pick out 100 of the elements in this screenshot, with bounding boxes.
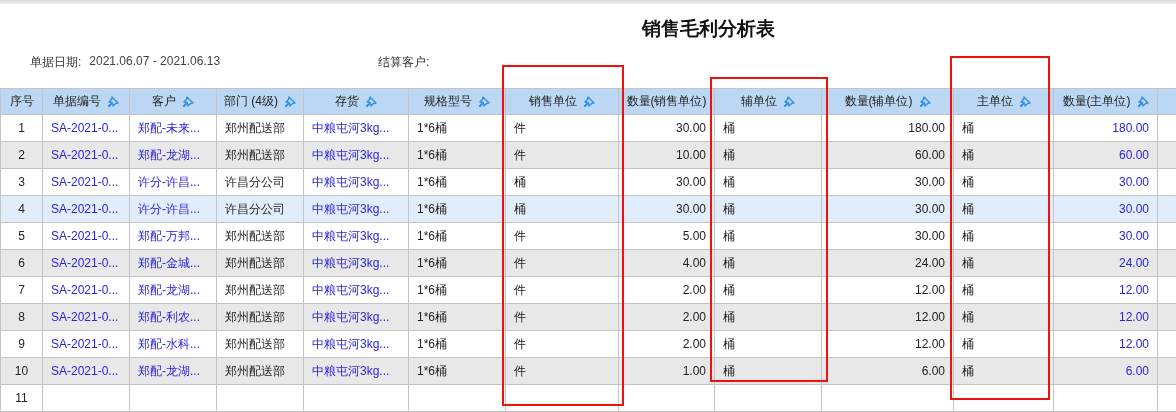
table-cell: 件	[505, 141, 619, 169]
pin-icon[interactable]	[107, 95, 119, 108]
link-cell[interactable]: 许分-许昌...	[129, 168, 217, 196]
link-cell[interactable]: 中粮屯河3kg...	[303, 276, 409, 304]
table-row[interactable]: 5 SA-2021-0... 郑配-万邦... 郑州配送部 中粮屯河3kg... 1*6桶 件 5.00 桶 30.00 桶 30.00	[0, 222, 1176, 250]
table-cell: 桶	[505, 168, 619, 196]
link-cell[interactable]: 30.00	[1053, 195, 1158, 223]
column-header[interactable]: 单据编号	[42, 88, 130, 115]
table-cell: 5.00	[618, 222, 715, 250]
link-cell[interactable]: SA-2021-0...	[42, 195, 130, 223]
column-header[interactable]: 序号	[0, 88, 43, 115]
link-cell[interactable]: 中粮屯河3kg...	[303, 141, 409, 169]
table-cell: 1*6桶	[408, 276, 506, 304]
pin-icon[interactable]	[478, 95, 490, 108]
link-cell[interactable]: 180.00	[1053, 114, 1158, 142]
pin-icon[interactable]	[365, 95, 377, 108]
link-cell[interactable]: 许分-许昌...	[129, 195, 217, 223]
link-cell[interactable]: 郑配-利农...	[129, 303, 217, 331]
column-header[interactable]: 主单位	[953, 88, 1054, 115]
pin-icon[interactable]	[1136, 95, 1149, 108]
table-cell: 件	[505, 114, 619, 142]
link-cell[interactable]: 30.00	[1053, 222, 1158, 250]
link-cell[interactable]: SA-2021-0...	[42, 330, 130, 358]
pin-icon[interactable]	[1018, 95, 1031, 108]
filter-value: 2021.06.07 - 2021.06.13	[89, 54, 221, 70]
link-cell[interactable]: 中粮屯河3kg...	[303, 330, 409, 358]
link-cell[interactable]: 中粮屯河3kg...	[303, 168, 409, 196]
link-cell[interactable]: 中粮屯河3kg...	[303, 222, 409, 250]
table-row[interactable]: 8 SA-2021-0... 郑配-利农... 郑州配送部 中粮屯河3kg... 1*6桶 件 2.00 桶 12.00 桶 12.00	[0, 303, 1176, 331]
link-cell[interactable]: 郑配-万邦...	[129, 222, 217, 250]
pin-icon[interactable]	[284, 95, 296, 108]
report-title: 销售毛利分析表	[640, 17, 776, 41]
table-cell: 桶	[953, 195, 1054, 223]
table-cell: 30.00	[821, 222, 954, 250]
table-row[interactable]: 4 SA-2021-0... 许分-许昌... 许昌分公司 中粮屯河3kg... 1*6桶 桶 30.00 桶 30.00 桶 30.00	[0, 195, 1176, 223]
link-cell[interactable]: 郑配-龙湖...	[129, 357, 217, 385]
link-cell[interactable]: 郑配-龙湖...	[129, 276, 217, 304]
table-cell: 30.00	[821, 195, 954, 223]
link-cell[interactable]: 60.00	[1053, 141, 1158, 169]
table-row[interactable]: 7 SA-2021-0... 郑配-龙湖... 郑州配送部 中粮屯河3kg... 1*6桶 件 2.00 桶 12.00 桶 12.00	[0, 276, 1176, 304]
column-header[interactable]: 存货	[303, 88, 409, 115]
pin-icon[interactable]	[182, 95, 194, 108]
pin-icon[interactable]	[783, 95, 795, 108]
column-header[interactable]: 销售单位	[505, 88, 619, 115]
column-header[interactable]: 规格型号	[408, 88, 506, 115]
table-cell: 2	[0, 141, 43, 169]
table-cell: 1	[0, 114, 43, 142]
link-cell[interactable]: 中粮屯河3kg...	[303, 195, 409, 223]
table-row[interactable]: 2 SA-2021-0... 郑配-龙湖... 郑州配送部 中粮屯河3kg... 1*6桶 件 10.00 桶 60.00 桶 60.00	[0, 141, 1176, 169]
table-row[interactable]: 10 SA-2021-0... 郑配-龙湖... 郑州配送部 中粮屯河3kg... 1*6桶 件 1.00 桶 6.00 桶 6.00	[0, 357, 1176, 385]
link-cell[interactable]: SA-2021-0...	[42, 276, 130, 304]
table-cell: 件	[505, 222, 619, 250]
link-cell[interactable]: 郑配-龙湖...	[129, 141, 217, 169]
link-cell[interactable]: SA-2021-0...	[42, 303, 130, 331]
table-row[interactable]: 9 SA-2021-0... 郑配-水科... 郑州配送部 中粮屯河3kg... 1*6桶 件 2.00 桶 12.00 桶 12.00	[0, 330, 1176, 358]
link-cell[interactable]: SA-2021-0...	[42, 357, 130, 385]
link-cell[interactable]: 郑配-水科...	[129, 330, 217, 358]
link-cell[interactable]: SA-2021-0...	[42, 249, 130, 277]
table-cell: 桶	[953, 222, 1054, 250]
table-cell: 郑州配送部	[216, 330, 304, 358]
table-row[interactable]: 6 SA-2021-0... 郑配-金城... 郑州配送部 中粮屯河3kg... 1*6桶 件 4.00 桶 24.00 桶 24.00	[0, 249, 1176, 277]
table-cell: 桶	[714, 141, 822, 169]
column-header[interactable]: 数量(辅单位)	[821, 88, 954, 115]
table-cell: 桶	[953, 330, 1054, 358]
pin-icon[interactable]	[918, 95, 931, 108]
link-cell[interactable]: 中粮屯河3kg...	[303, 357, 409, 385]
link-cell[interactable]: 12.00	[1053, 330, 1158, 358]
table-cell: 1*6桶	[408, 303, 506, 331]
table-cell: 10.00	[618, 141, 715, 169]
link-cell[interactable]: 12.00	[1053, 303, 1158, 331]
table-cell: 桶	[953, 357, 1054, 385]
link-cell[interactable]: 12.00	[1053, 276, 1158, 304]
link-cell[interactable]: 30.00	[1053, 168, 1158, 196]
link-cell[interactable]: 中粮屯河3kg...	[303, 303, 409, 331]
column-header[interactable]: 部门 (4级)	[216, 88, 304, 115]
table-cell: 1*6桶	[408, 249, 506, 277]
table-row[interactable]: 3 SA-2021-0... 许分-许昌... 许昌分公司 中粮屯河3kg... 1*6桶 桶 30.00 桶 30.00 桶 30.00	[0, 168, 1176, 196]
table-row[interactable]: 1 SA-2021-0... 郑配-未来... 郑州配送部 中粮屯河3kg... 1*6桶 件 30.00 桶 180.00 桶 180.00	[0, 114, 1176, 142]
column-header[interactable]: 辅单位	[714, 88, 822, 115]
table-cell: 1*6桶	[408, 357, 506, 385]
link-cell[interactable]: SA-2021-0...	[42, 222, 130, 250]
link-cell[interactable]: 6.00	[1053, 357, 1158, 385]
link-cell[interactable]: 中粮屯河3kg...	[303, 249, 409, 277]
link-cell[interactable]: SA-2021-0...	[42, 114, 130, 142]
column-header[interactable]: 数量(销售单位)	[618, 88, 715, 115]
link-cell[interactable]: SA-2021-0...	[42, 141, 130, 169]
link-cell[interactable]: SA-2021-0...	[42, 168, 130, 196]
table-cell: 7	[0, 276, 43, 304]
link-cell[interactable]: 郑配-未来...	[129, 114, 217, 142]
table-cell: 30.00	[618, 114, 715, 142]
table-cell: 2.00	[618, 303, 715, 331]
table-cell: 12.00	[821, 276, 954, 304]
column-header[interactable]: 数量(主单位)	[1053, 88, 1158, 115]
pin-icon[interactable]	[583, 95, 595, 108]
link-cell[interactable]: 郑配-金城...	[129, 249, 217, 277]
table-row[interactable]: 11	[0, 384, 1176, 412]
table-cell: 桶	[953, 168, 1054, 196]
column-header[interactable]: 客户	[129, 88, 217, 115]
link-cell[interactable]: 24.00	[1053, 249, 1158, 277]
link-cell[interactable]: 中粮屯河3kg...	[303, 114, 409, 142]
